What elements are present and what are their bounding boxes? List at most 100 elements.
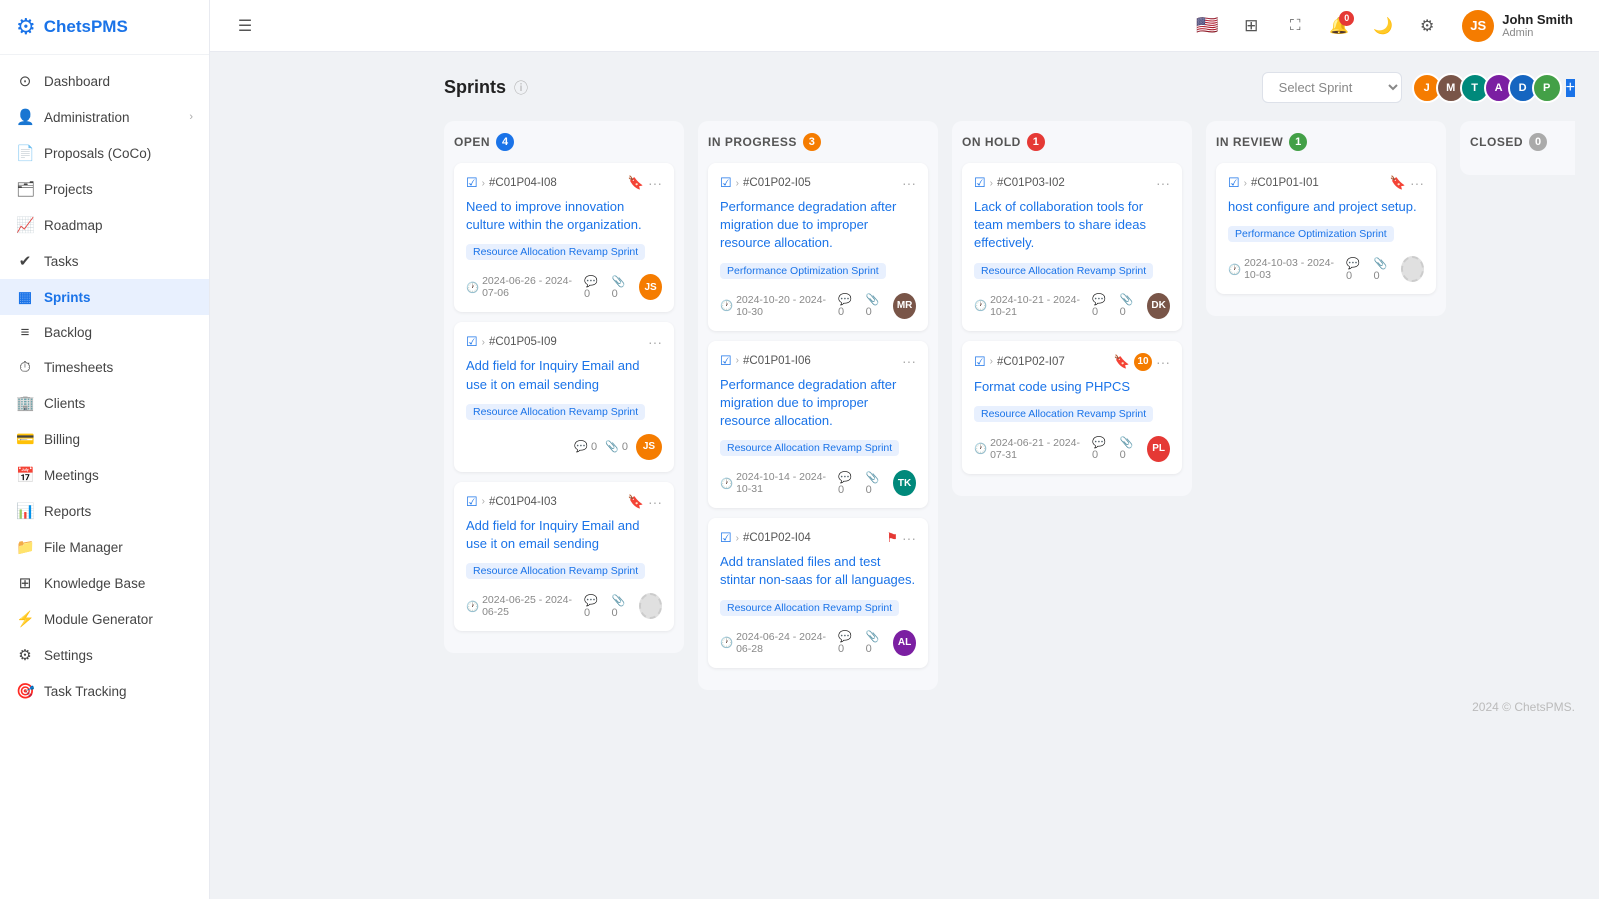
card-tag[interactable]: Performance Optimization Sprint: [1228, 226, 1394, 242]
expand-icon[interactable]: ›: [990, 356, 993, 367]
expand-icon[interactable]: ›: [736, 355, 739, 366]
knowledge-base-icon: ⊞: [16, 574, 34, 592]
sidebar-label-task-tracking: Task Tracking: [44, 684, 127, 699]
more-options-icon[interactable]: ···: [1410, 175, 1424, 191]
card-footer: 🕐2024-10-03 - 2024-10-03 💬 0 📎 0: [1228, 256, 1424, 282]
bookmark-icon[interactable]: 🔖: [1114, 354, 1130, 370]
more-options-icon[interactable]: ···: [648, 175, 662, 191]
checkbox-icon[interactable]: ☑: [974, 175, 986, 191]
sidebar-item-task-tracking[interactable]: 🎯 Task Tracking: [0, 673, 209, 709]
card-tag[interactable]: Performance Optimization Sprint: [720, 263, 886, 279]
sidebar-item-reports[interactable]: 📊 Reports: [0, 493, 209, 529]
checkbox-icon[interactable]: ☑: [1228, 175, 1240, 191]
expand-icon[interactable]: ›: [482, 337, 485, 348]
card-title[interactable]: Format code using PHPCS: [974, 378, 1170, 396]
sidebar-item-administration[interactable]: 👤 Administration›: [0, 99, 209, 135]
expand-icon[interactable]: ›: [736, 178, 739, 189]
theme-button[interactable]: 🌙: [1366, 9, 1400, 43]
flag-button[interactable]: 🇺🇸: [1190, 9, 1224, 43]
more-options-icon[interactable]: ···: [648, 334, 662, 350]
column-title: OPEN: [454, 135, 490, 149]
apps-button[interactable]: ⊞: [1234, 9, 1268, 43]
bookmark-icon[interactable]: 🔖: [628, 494, 644, 510]
sidebar-label-billing: Billing: [44, 432, 80, 447]
more-options-icon[interactable]: ···: [1156, 175, 1170, 191]
sidebar-logo[interactable]: ⚙ ChetsPMS: [0, 0, 209, 55]
card-tag[interactable]: Resource Allocation Revamp Sprint: [466, 563, 645, 579]
expand-icon[interactable]: ›: [482, 178, 485, 189]
card-title[interactable]: Add translated files and test stintar no…: [720, 553, 916, 589]
sidebar-item-proposals[interactable]: 📄 Proposals (CoCo): [0, 135, 209, 171]
checkbox-icon[interactable]: ☑: [720, 175, 732, 191]
sidebar-item-tasks[interactable]: ✔ Tasks: [0, 243, 209, 279]
card-stats: 💬 0 📎 0: [1346, 257, 1393, 282]
header: ☰ 🇺🇸 ⊞ ⛶ 🔔 0 🌙 ⚙ JS John Smith Admin: [210, 0, 1599, 52]
card-tag-container: Resource Allocation Revamp Sprint: [974, 261, 1170, 287]
checkbox-icon[interactable]: ☑: [720, 530, 732, 546]
card-tag[interactable]: Resource Allocation Revamp Sprint: [974, 406, 1153, 422]
card-id-row: ☑ › #C01P05-I09: [466, 334, 557, 350]
sidebar-item-dashboard[interactable]: ⊙ Dashboard: [0, 63, 209, 99]
more-options-icon[interactable]: ···: [648, 494, 662, 510]
sidebar-item-meetings[interactable]: 📅 Meetings: [0, 457, 209, 493]
sidebar-item-roadmap[interactable]: 📈 Roadmap: [0, 207, 209, 243]
sidebar-item-module-generator[interactable]: ⚡ Module Generator: [0, 601, 209, 637]
sidebar-item-backlog[interactable]: ≡ Backlog: [0, 315, 209, 350]
card-tag[interactable]: Resource Allocation Revamp Sprint: [466, 244, 645, 260]
sidebar-item-billing[interactable]: 💳 Billing: [0, 421, 209, 457]
card-title[interactable]: Lack of collaboration tools for team mem…: [974, 198, 1170, 253]
card-tag[interactable]: Resource Allocation Revamp Sprint: [974, 263, 1153, 279]
hamburger-button[interactable]: ☰: [228, 9, 262, 43]
checkbox-icon[interactable]: ☑: [466, 175, 478, 191]
attachments-count: 📎 0: [866, 471, 886, 496]
card-tag[interactable]: Resource Allocation Revamp Sprint: [720, 440, 899, 456]
clock-icon: 🕐: [974, 299, 987, 312]
attachments-count: 📎 0: [1120, 436, 1140, 461]
sidebar-item-timesheets[interactable]: ⏱ Timesheets: [0, 350, 209, 385]
sidebar-item-knowledge-base[interactable]: ⊞ Knowledge Base: [0, 565, 209, 601]
bookmark-icon[interactable]: 🔖: [1390, 175, 1406, 191]
attachments-count: 📎 0: [612, 275, 632, 300]
card-title[interactable]: Performance degradation after migration …: [720, 198, 916, 253]
expand-icon[interactable]: ›: [736, 533, 739, 544]
clock-icon: 🕐: [720, 477, 733, 490]
sprint-select[interactable]: Select Sprint: [1262, 72, 1402, 103]
sprint-card: ☑ › #C01P04-I03 🔖 ··· Add field for Inqu…: [454, 482, 674, 631]
sidebar-item-file-manager[interactable]: 📁 File Manager: [0, 529, 209, 565]
fullscreen-button[interactable]: ⛶: [1278, 9, 1312, 43]
more-options-icon[interactable]: ···: [902, 175, 916, 191]
info-icon[interactable]: ⓘ: [514, 78, 528, 98]
more-options-icon[interactable]: ···: [902, 353, 916, 369]
checkbox-icon[interactable]: ☑: [466, 494, 478, 510]
sidebar-item-sprints[interactable]: ▦ Sprints: [0, 279, 209, 315]
card-title[interactable]: Performance degradation after migration …: [720, 376, 916, 431]
user-menu[interactable]: JS John Smith Admin: [1454, 6, 1581, 46]
sidebar-item-projects[interactable]: 🗂 Projects: [0, 171, 209, 207]
notifications-button[interactable]: 🔔 0: [1322, 9, 1356, 43]
more-options-icon[interactable]: ···: [902, 530, 916, 546]
sidebar-item-settings[interactable]: ⚙ Settings: [0, 637, 209, 673]
more-options-icon[interactable]: ···: [1156, 354, 1170, 370]
card-title[interactable]: Add field for Inquiry Email and use it o…: [466, 517, 662, 553]
card-title[interactable]: host configure and project setup.: [1228, 198, 1424, 216]
checkbox-icon[interactable]: ☑: [466, 334, 478, 350]
card-footer: 🕐2024-06-24 - 2024-06-28 💬 0 📎 0 AL: [720, 630, 916, 656]
card-title[interactable]: Add field for Inquiry Email and use it o…: [466, 357, 662, 393]
sidebar-item-clients[interactable]: 🏢 Clients: [0, 385, 209, 421]
card-tag[interactable]: Resource Allocation Revamp Sprint: [466, 404, 645, 420]
card-tag[interactable]: Resource Allocation Revamp Sprint: [720, 600, 899, 616]
checkbox-icon[interactable]: ☑: [974, 354, 986, 370]
sprint-controls: Select Sprint JMTADP +: [1262, 72, 1575, 103]
expand-icon[interactable]: ›: [1244, 178, 1247, 189]
expand-icon[interactable]: ›: [482, 496, 485, 507]
checkbox-icon[interactable]: ☑: [720, 353, 732, 369]
expand-icon[interactable]: ›: [990, 178, 993, 189]
page-title-row: Sprints ⓘ: [444, 77, 528, 98]
add-member-button[interactable]: +: [1566, 79, 1575, 97]
settings-button[interactable]: ⚙: [1410, 9, 1444, 43]
team-avatar: P: [1532, 73, 1562, 103]
attachments-count: 📎 0: [611, 594, 630, 619]
card-id-row: ☑ › #C01P03-I02: [974, 175, 1065, 191]
card-title[interactable]: Need to improve innovation culture withi…: [466, 198, 662, 234]
bookmark-icon[interactable]: 🔖: [628, 175, 644, 191]
